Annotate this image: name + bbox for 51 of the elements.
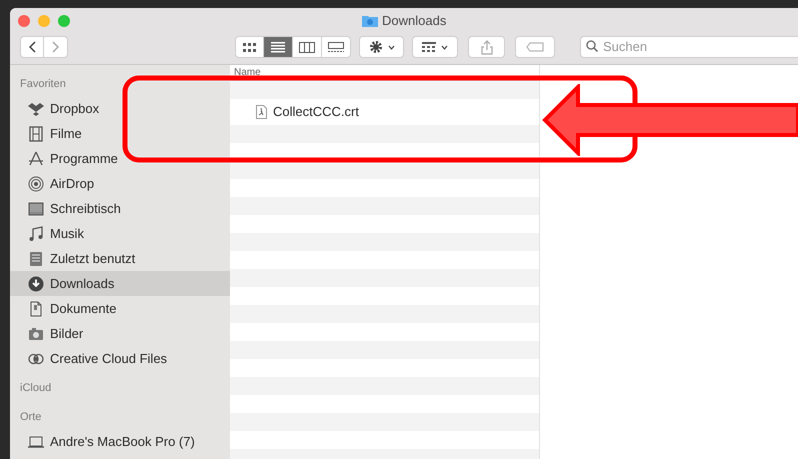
sidebar-item[interactable]: AirDrop xyxy=(10,171,230,196)
folder-icon xyxy=(362,14,378,28)
action-menu-button[interactable] xyxy=(359,36,404,58)
window-title: Downloads xyxy=(382,12,446,30)
laptop-icon xyxy=(28,434,44,450)
sidebar-item[interactable]: Dokumente xyxy=(10,296,230,321)
film-strip-icon xyxy=(28,126,44,142)
camera-icon xyxy=(28,326,44,342)
sidebar-section-title: iCloud xyxy=(20,381,52,396)
certificate-file-icon xyxy=(256,105,267,119)
sidebar-item[interactable]: Dropbox xyxy=(10,96,230,121)
sidebar-item[interactable]: Filme xyxy=(10,121,230,146)
column-view-icon xyxy=(299,42,315,52)
gear-icon xyxy=(368,40,383,54)
document-tray-icon xyxy=(28,250,44,266)
list-view-icon xyxy=(271,42,285,52)
tag-icon xyxy=(526,42,544,52)
document-icon xyxy=(28,300,44,316)
desktop-icon xyxy=(28,200,44,216)
grid-icon xyxy=(422,42,436,52)
view-mode-button[interactable] xyxy=(293,36,322,58)
sidebar-item[interactable]: Zuletzt benutzt xyxy=(10,246,230,271)
group-menu-button[interactable] xyxy=(412,36,458,58)
caret-icon xyxy=(388,44,395,50)
caret-icon xyxy=(441,44,448,50)
gallery-view-icon xyxy=(328,42,344,52)
chevron-left-icon xyxy=(28,41,36,53)
sidebar-item[interactable]: Musik xyxy=(10,221,230,246)
pencil-ruler-icon xyxy=(28,150,44,166)
download-icon xyxy=(28,276,44,292)
dropbox-icon xyxy=(28,100,44,116)
view-mode-button[interactable] xyxy=(322,36,351,58)
sidebar-item[interactable]: Programme xyxy=(10,146,230,171)
sidebar-item[interactable]: Schreibtisch xyxy=(10,196,230,221)
airdrop-icon xyxy=(28,176,44,192)
sidebar-item[interactable]: Bilder xyxy=(10,321,230,346)
search-field[interactable]: Suchen xyxy=(580,36,798,58)
sidebar-item[interactable]: Downloads xyxy=(10,271,230,296)
view-mode-button[interactable] xyxy=(235,36,264,58)
sidebar-item[interactable]: Andre's MacBook Pro (7) xyxy=(10,429,230,454)
view-mode-button[interactable] xyxy=(264,36,293,58)
search-icon xyxy=(586,40,598,52)
sidebar-item[interactable]: Creative Cloud Files xyxy=(10,346,230,371)
column-header[interactable]: Name xyxy=(234,65,261,80)
icon-view-icon xyxy=(243,42,256,52)
music-note-icon xyxy=(28,226,44,242)
chevron-right-icon xyxy=(52,41,59,53)
sidebar-section-title: Favoriten xyxy=(20,77,66,92)
back-button[interactable] xyxy=(20,36,44,58)
sidebar-section-title: Orte xyxy=(20,410,42,426)
share-icon xyxy=(480,40,493,54)
